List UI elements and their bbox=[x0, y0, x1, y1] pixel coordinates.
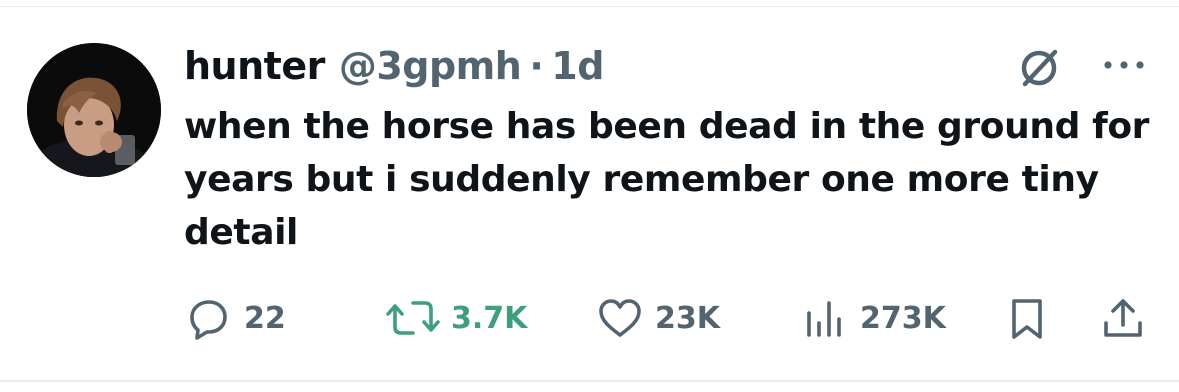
tweet-header: hunter @3gpmh · 1d bbox=[184, 40, 604, 92]
avatar[interactable] bbox=[27, 43, 161, 177]
reply-button[interactable]: 22 bbox=[184, 288, 286, 348]
repost-count: 3.7K bbox=[451, 300, 528, 336]
share-icon bbox=[1104, 299, 1142, 337]
timestamp[interactable]: 1d bbox=[551, 40, 604, 92]
tweet-text: when the horse has been dead in the grou… bbox=[184, 106, 1150, 253]
views-icon bbox=[807, 301, 841, 337]
more-icon[interactable] bbox=[1100, 50, 1148, 80]
author-handle[interactable]: @3gpmh bbox=[339, 40, 522, 92]
bookmark-button[interactable] bbox=[1002, 288, 1052, 348]
separator-dot: · bbox=[529, 44, 544, 88]
reply-icon bbox=[190, 300, 227, 340]
repost-icon bbox=[386, 301, 440, 335]
tweet-card[interactable]: hunter @3gpmh · 1d when the horse has be… bbox=[0, 0, 1179, 392]
heart-icon bbox=[599, 299, 641, 337]
views-button[interactable]: 273K bbox=[800, 288, 946, 348]
reply-count: 22 bbox=[244, 300, 286, 336]
like-count: 23K bbox=[655, 300, 720, 336]
top-divider bbox=[0, 6, 1179, 7]
author-name[interactable]: hunter bbox=[184, 40, 325, 92]
views-count: 273K bbox=[860, 300, 946, 336]
action-bar: 22 3.7K 23K 273K bbox=[0, 288, 1179, 348]
like-button[interactable]: 23K bbox=[595, 288, 720, 348]
bookmark-icon bbox=[1012, 299, 1042, 339]
bottom-divider bbox=[0, 380, 1179, 382]
repost-button[interactable]: 3.7K bbox=[385, 288, 527, 348]
share-button[interactable] bbox=[1098, 288, 1148, 348]
grok-icon[interactable] bbox=[1015, 44, 1063, 92]
